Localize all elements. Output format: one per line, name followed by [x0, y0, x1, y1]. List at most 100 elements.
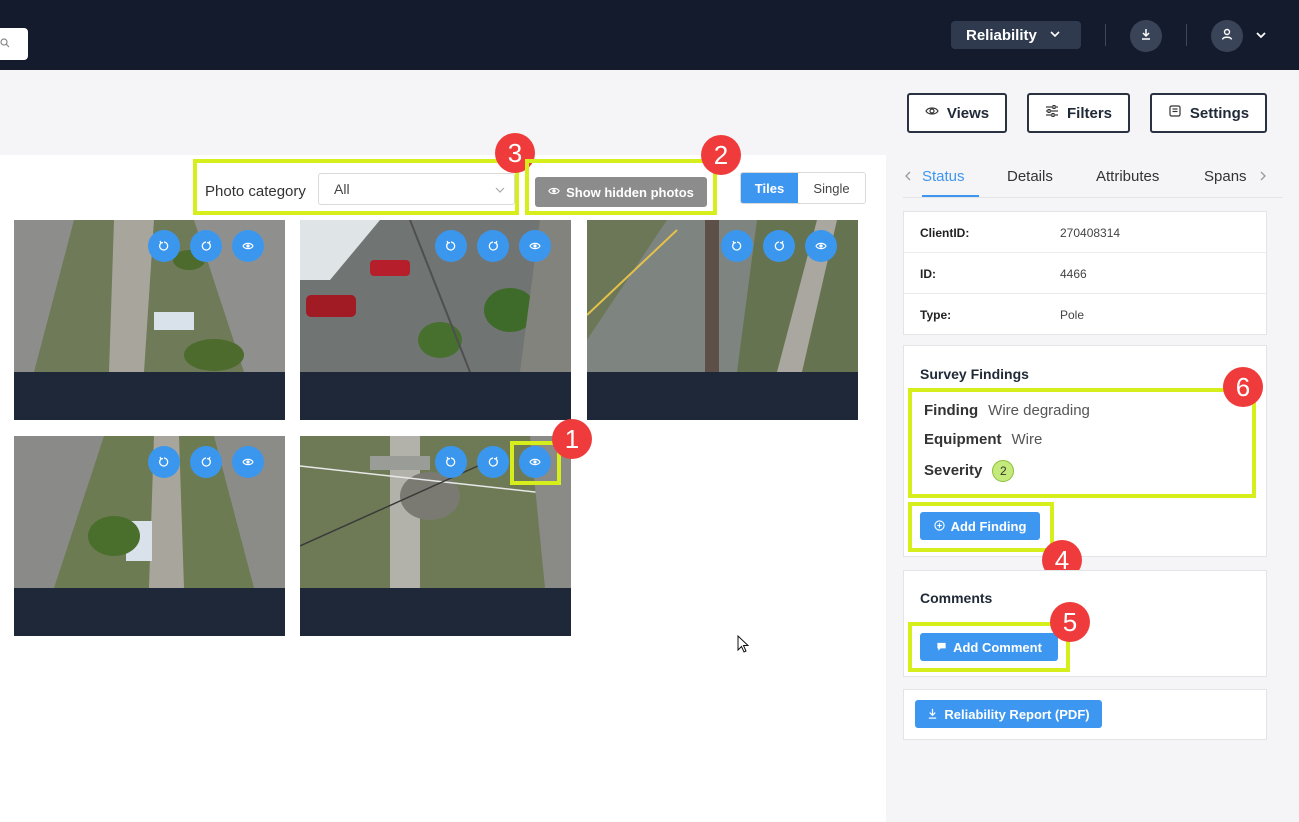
- info-row: Type: Pole: [904, 294, 1266, 335]
- rotate-right-button[interactable]: [190, 446, 222, 478]
- tiles-toggle[interactable]: Tiles: [741, 173, 798, 203]
- divider: [1186, 24, 1187, 46]
- user-menu-button[interactable]: [1211, 20, 1243, 52]
- survey-findings-card: Survey Findings Finding Wire degrading Eq…: [903, 345, 1267, 557]
- info-row: ClientID: 270408314: [904, 212, 1266, 253]
- eye-icon: [242, 458, 254, 466]
- chevron-down-icon: [1049, 27, 1061, 44]
- rotate-right-button[interactable]: [763, 230, 795, 262]
- info-value: 4466: [1060, 267, 1087, 281]
- callout-badge: 5: [1050, 602, 1090, 642]
- add-comment-button[interactable]: Add Comment: [920, 633, 1058, 661]
- rotate-left-button[interactable]: [721, 230, 753, 262]
- finding-value: Wire degrading: [988, 402, 1090, 419]
- rotate-right-icon: [201, 240, 211, 251]
- reliability-report-label: Reliability Report (PDF): [944, 706, 1090, 722]
- finding-label: Finding: [924, 402, 979, 419]
- settings-button[interactable]: Settings: [1150, 93, 1267, 133]
- tab-attributes[interactable]: Attributes: [1096, 168, 1159, 185]
- chevron-right-icon[interactable]: [1258, 170, 1268, 182]
- tab-spans[interactable]: Spans: [1204, 168, 1247, 185]
- rotate-right-button[interactable]: [477, 230, 509, 262]
- views-label: Views: [946, 104, 990, 122]
- settings-icon: [1168, 104, 1182, 122]
- info-row: ID: 4466: [904, 253, 1266, 294]
- tab-status[interactable]: Status: [922, 168, 965, 185]
- comments-title: Comments: [920, 590, 993, 606]
- eye-icon: [548, 185, 560, 200]
- photo-tile[interactable]: [587, 220, 858, 420]
- chevron-down-icon[interactable]: [1254, 28, 1268, 42]
- tab-strip: Status Details Attributes Spans: [903, 155, 1261, 199]
- equipment-line: Equipment Wire: [924, 431, 1042, 448]
- photo-category-select[interactable]: All: [318, 173, 515, 205]
- reliability-report-button[interactable]: Reliability Report (PDF): [915, 700, 1102, 728]
- equipment-value: Wire: [1011, 431, 1043, 448]
- asset-info-table: ClientID: 270408314 ID: 4466 Type: Pole: [903, 211, 1267, 335]
- search-icon: [0, 35, 10, 53]
- info-key: ID:: [920, 267, 936, 281]
- severity-badge: 2: [992, 460, 1015, 482]
- add-finding-label: Add Finding: [950, 518, 1027, 534]
- finding-highlight[interactable]: Finding Wire degrading Equipment Wire Seve…: [908, 388, 1256, 498]
- toggle-visibility-button[interactable]: [232, 446, 264, 478]
- rotate-left-icon: [159, 456, 169, 467]
- rotate-right-icon: [201, 456, 211, 467]
- photo-tile[interactable]: [14, 220, 285, 420]
- plus-circle-icon: [933, 519, 945, 534]
- download-icon: [927, 707, 938, 722]
- toggle-visibility-button[interactable]: [519, 230, 551, 262]
- chevron-down-icon: [495, 187, 505, 193]
- org-selector[interactable]: Reliability: [951, 21, 1081, 49]
- download-icon: [1139, 27, 1153, 46]
- photo-category-highlight: Photo category All: [193, 159, 519, 215]
- rotate-right-button[interactable]: [190, 230, 222, 262]
- rotate-left-button[interactable]: [148, 230, 180, 262]
- divider: [1105, 24, 1106, 46]
- rotate-left-icon: [159, 240, 169, 251]
- detail-tabs: Status Details Attributes Spans: [903, 155, 1283, 199]
- callout-badge: 6: [1223, 367, 1263, 407]
- eye-icon: [815, 242, 827, 250]
- single-toggle[interactable]: Single: [798, 173, 865, 203]
- search-input[interactable]: [0, 28, 28, 60]
- toggle-visibility-button[interactable]: [805, 230, 837, 262]
- photo-category-value: All: [334, 181, 350, 197]
- toggle-visibility-button[interactable]: [232, 230, 264, 262]
- photo-gallery: Photo category All 3 Show hidden photos …: [0, 133, 886, 822]
- callout-badge: 2: [701, 135, 741, 175]
- rotate-left-icon: [732, 240, 742, 251]
- top-navigation-bar: Reliability: [0, 0, 1299, 70]
- photo-tile[interactable]: [14, 436, 285, 636]
- show-hidden-photos-label: Show hidden photos: [566, 184, 694, 200]
- filters-button[interactable]: Filters: [1027, 93, 1130, 133]
- rotate-left-button[interactable]: [148, 446, 180, 478]
- tab-details[interactable]: Details: [1007, 168, 1053, 185]
- org-selector-label: Reliability: [966, 26, 1037, 44]
- rotate-left-icon: [446, 240, 456, 251]
- add-comment-label: Add Comment: [953, 639, 1042, 655]
- eye-icon: [529, 242, 541, 250]
- mouse-cursor-icon: [737, 635, 750, 653]
- photo-tile[interactable]: [300, 220, 571, 420]
- rotate-left-button[interactable]: [435, 446, 467, 478]
- photo-category-label: Photo category: [205, 183, 306, 200]
- comment-icon: [936, 640, 947, 655]
- download-button[interactable]: [1130, 20, 1162, 52]
- info-key: ClientID:: [920, 226, 970, 240]
- views-button[interactable]: Views: [907, 93, 1007, 133]
- info-value: 270408314: [1060, 226, 1121, 240]
- toolbar: Views Filters Settings: [0, 70, 1299, 155]
- callout-badge: 1: [552, 419, 592, 459]
- add-finding-highlight: Add Finding: [908, 502, 1054, 552]
- rotate-right-button[interactable]: [477, 446, 509, 478]
- severity-label: Severity: [924, 461, 983, 479]
- add-finding-button[interactable]: Add Finding: [920, 512, 1040, 540]
- filters-label: Filters: [1066, 104, 1112, 122]
- rotate-left-button[interactable]: [435, 230, 467, 262]
- finding-line: Finding Wire degrading: [924, 402, 1090, 419]
- settings-label: Settings: [1189, 104, 1250, 122]
- show-hidden-photos-button[interactable]: Show hidden photos: [535, 177, 707, 207]
- report-card: Reliability Report (PDF): [903, 689, 1267, 740]
- view-mode-toggle: Tiles Single: [740, 172, 866, 204]
